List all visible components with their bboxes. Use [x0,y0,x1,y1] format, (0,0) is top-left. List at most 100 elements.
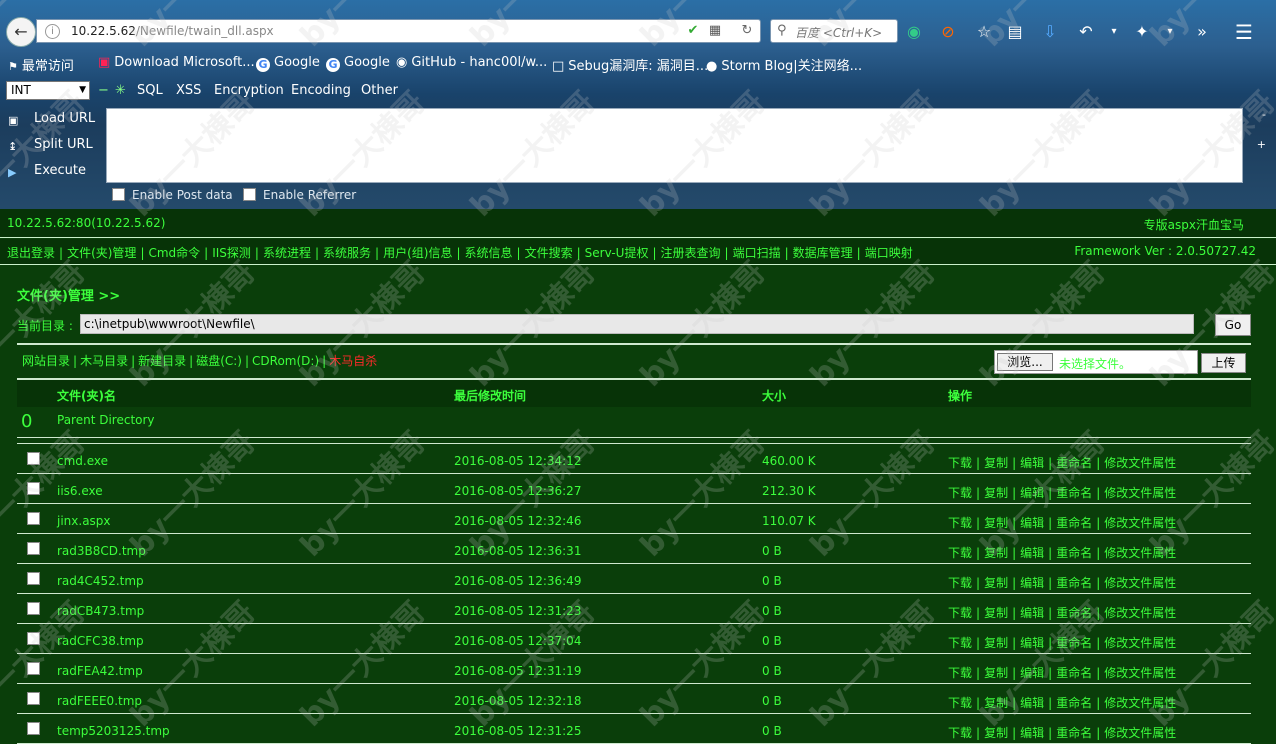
op-link[interactable]: 修改文件属性 [1104,576,1176,590]
menu-xss[interactable]: XSS [176,83,201,98]
search-input[interactable]: ⚲ 百度 <Ctrl+K> [770,19,898,43]
type-select[interactable]: INT ▼ [6,81,90,100]
bookmark-github[interactable]: ◉ GitHub - hanc00l/w... [396,55,547,70]
decrease-icon[interactable]: − [98,83,109,98]
row-checkbox[interactable] [27,482,40,495]
row-checkbox[interactable] [27,542,40,555]
op-link[interactable]: 重命名 [1056,456,1092,470]
enable-referrer-checkbox[interactable]: Enable Referrer [243,188,356,202]
file-name[interactable]: radFEEE0.tmp [57,694,142,708]
op-link[interactable]: 编辑 [1020,606,1044,620]
op-link[interactable]: 编辑 [1020,726,1044,740]
op-link[interactable]: 重命名 [1056,606,1092,620]
op-link[interactable]: 修改文件属性 [1104,636,1176,650]
upload-button[interactable]: 上传 [1201,353,1246,373]
op-link[interactable]: 重命名 [1056,516,1092,530]
shell-menu-item[interactable]: 文件(夹)管理 [67,246,136,260]
addon-shield-icon[interactable]: ◉ [904,22,924,42]
increase-icon[interactable]: ✳ [115,83,126,98]
op-link[interactable]: 复制 [984,576,1008,590]
bookmark-download-microsoft[interactable]: ▣ Download Microsoft... [98,55,255,70]
shell-menu-item[interactable]: Cmd命令 [148,246,200,260]
site-info-icon[interactable]: i [45,24,60,39]
op-link[interactable]: 下载 [948,606,972,620]
tools-icon[interactable]: ✦ [1132,22,1152,42]
bookmark-storm-blog[interactable]: ● Storm Blog|关注网络... [706,55,862,74]
addon-block-icon[interactable]: ⊘ [938,22,958,42]
op-link[interactable]: 重命名 [1056,696,1092,710]
op-link[interactable]: 修改文件属性 [1104,666,1176,680]
back-button[interactable]: ← [6,17,36,47]
op-link[interactable]: 复制 [984,726,1008,740]
shell-menu-item[interactable]: 端口扫描 [733,246,781,260]
download-icon[interactable]: ⇩ [1040,22,1060,42]
file-name[interactable]: rad4C452.tmp [57,574,144,588]
parent-directory-link[interactable]: Parent Directory [57,413,155,427]
reload-icon[interactable]: ↻ [739,23,755,39]
bookmark-star-icon[interactable]: ☆ [974,22,994,42]
bookmark-most-visited[interactable]: ⚑ 最常访问 [8,55,74,74]
row-checkbox[interactable] [27,632,40,645]
op-link[interactable]: 复制 [984,636,1008,650]
op-link[interactable]: 复制 [984,546,1008,560]
shield-check-icon[interactable]: ✔ [685,23,701,39]
menu-encryption[interactable]: Encryption [214,83,284,98]
shell-menu-item[interactable]: IIS探测 [212,246,251,260]
link-cdrom-d[interactable]: CDRom(D:) [252,354,319,368]
address-bar[interactable]: i 10.22.5.62/Newfile/twain_dll.aspx ✔ ▦ … [36,19,761,43]
op-link[interactable]: 下载 [948,636,972,650]
op-link[interactable]: 下载 [948,486,972,500]
op-link[interactable]: 下载 [948,516,972,530]
file-name[interactable]: temp5203125.tmp [57,724,170,738]
qr-code-icon[interactable]: ▦ [707,23,723,39]
op-link[interactable]: 重命名 [1056,726,1092,740]
op-link[interactable]: 编辑 [1020,486,1044,500]
op-link[interactable]: 复制 [984,516,1008,530]
op-link[interactable]: 修改文件属性 [1104,486,1176,500]
link-new-dir[interactable]: 新建目录 [138,354,186,368]
file-name[interactable]: cmd.exe [57,454,108,468]
shell-menu-item[interactable]: 用户(组)信息 [383,246,452,260]
overflow-icon[interactable]: » [1192,22,1212,42]
shell-menu-item[interactable]: 退出登录 [7,246,55,260]
menu-sql[interactable]: SQL [137,83,163,98]
shell-menu-item[interactable]: 文件搜索 [525,246,573,260]
op-link[interactable]: 编辑 [1020,666,1044,680]
shell-menu-item[interactable]: Serv-U提权 [585,246,649,260]
op-link[interactable]: 下载 [948,726,972,740]
shell-menu-item[interactable]: 数据库管理 [793,246,853,260]
link-drive-c[interactable]: 磁盘(C:) [196,354,242,368]
op-link[interactable]: 复制 [984,486,1008,500]
row-checkbox[interactable] [27,662,40,675]
file-name[interactable]: radCB473.tmp [57,604,144,618]
op-link[interactable]: 修改文件属性 [1104,696,1176,710]
shell-menu-item[interactable]: 系统服务 [323,246,371,260]
row-checkbox[interactable] [27,572,40,585]
row-checkbox[interactable] [27,602,40,615]
op-link[interactable]: 下载 [948,456,972,470]
row-checkbox[interactable] [27,692,40,705]
bookmark-sebug[interactable]: □ Sebug漏洞库: 漏洞目... [552,55,708,74]
link-web-dir[interactable]: 网站目录 [22,354,70,368]
op-link[interactable]: 重命名 [1056,636,1092,650]
op-link[interactable]: 编辑 [1020,696,1044,710]
execute-button[interactable]: ▶ Execute [8,163,86,180]
collapse-icon[interactable]: - [1262,108,1266,121]
bookmark-google-1[interactable]: G Google [256,55,320,72]
op-link[interactable]: 下载 [948,696,972,710]
op-link[interactable]: 复制 [984,666,1008,680]
undo-icon[interactable]: ↶ [1076,22,1096,42]
enable-post-checkbox[interactable]: Enable Post data [112,188,233,202]
shell-menu-item[interactable]: 系统信息 [465,246,513,260]
op-link[interactable]: 重命名 [1056,486,1092,500]
shell-menu-item[interactable]: 系统进程 [263,246,311,260]
op-link[interactable]: 编辑 [1020,576,1044,590]
browse-button[interactable]: 浏览... [997,353,1053,371]
hamburger-menu-icon[interactable]: ☰ [1234,22,1254,42]
op-link[interactable]: 重命名 [1056,576,1092,590]
op-link[interactable]: 复制 [984,696,1008,710]
file-name[interactable]: radFEA42.tmp [57,664,143,678]
op-link[interactable]: 编辑 [1020,636,1044,650]
menu-encoding[interactable]: Encoding [291,83,351,98]
op-link[interactable]: 修改文件属性 [1104,456,1176,470]
